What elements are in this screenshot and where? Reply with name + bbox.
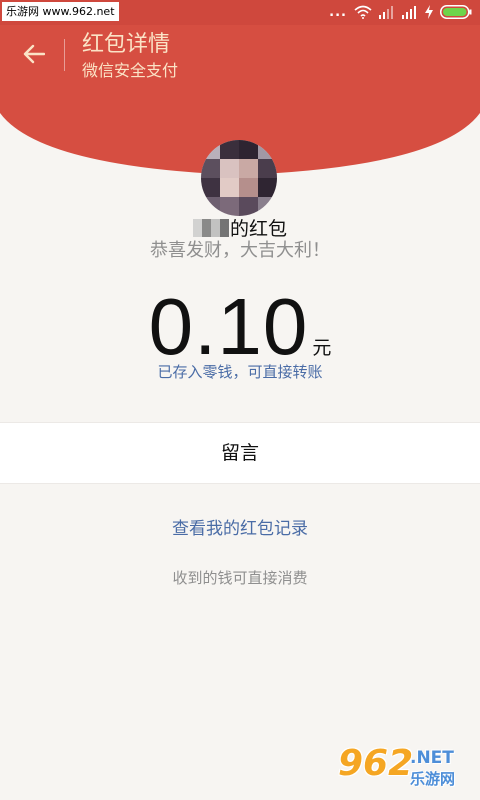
page-title: 红包详情 — [82, 32, 171, 57]
signal-icon — [379, 4, 395, 23]
status-bar: 乐游网 www.962.net ... — [0, 0, 480, 25]
sender-suffix: 的红包 — [229, 218, 287, 240]
status-icons: ... — [329, 4, 472, 22]
signal-icon — [402, 4, 418, 23]
avatar-image — [201, 140, 277, 216]
battery-icon — [440, 4, 472, 23]
arrow-left-icon — [23, 44, 45, 64]
saved-to-balance-link[interactable]: 已存入零钱，可直接转账 — [0, 361, 480, 383]
message-label: 留言 — [220, 442, 259, 464]
watermark-net: .NET — [410, 748, 454, 768]
back-button[interactable] — [14, 37, 54, 71]
spend-note: 收到的钱可直接消费 — [172, 569, 308, 587]
avatar[interactable] — [201, 140, 277, 216]
wifi-icon — [354, 4, 372, 23]
watermark-site: 乐游网 — [410, 770, 456, 788]
sender-name-blurred — [192, 219, 229, 237]
amount-display: 0.10 元 — [0, 286, 480, 368]
watermark-label: 乐游网 www.962.net — [2, 2, 119, 21]
message-button[interactable]: 留言 — [0, 422, 480, 484]
amount-value: 0.10 — [148, 282, 309, 371]
red-packet-detail-screen: 乐游网 www.962.net ... 红包详情 微信安全支付 的红包 恭喜发财… — [0, 0, 480, 800]
greeting-text: 恭喜发财，大吉大利！ — [150, 240, 330, 261]
page-subtitle: 微信安全支付 — [82, 61, 179, 80]
view-records-link[interactable]: 查看我的红包记录 — [0, 516, 480, 542]
watermark-number: 962 — [338, 743, 414, 784]
more-notifications-icon: ... — [329, 5, 347, 20]
watermark-logo: 962 .NET 乐游网 — [334, 740, 476, 796]
charging-icon — [425, 4, 433, 23]
amount-unit: 元 — [312, 337, 332, 359]
header-divider — [64, 39, 65, 71]
